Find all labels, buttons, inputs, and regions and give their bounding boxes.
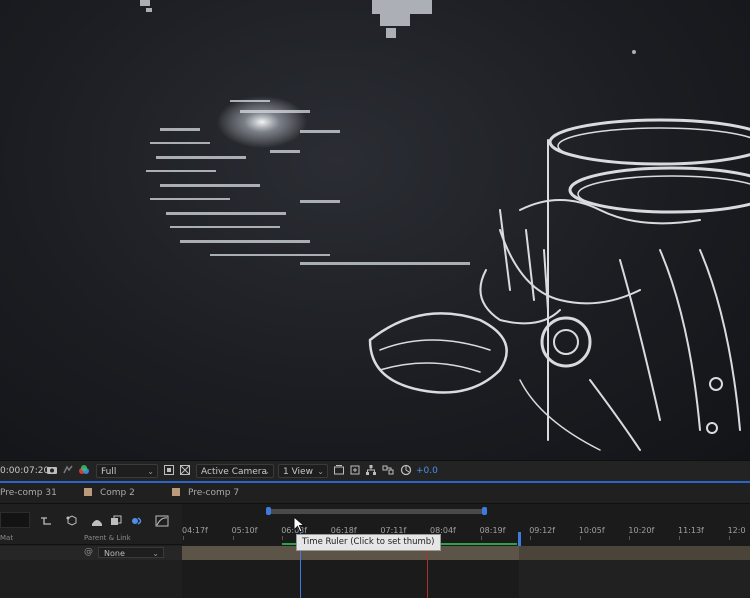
ruler-tick-mark	[282, 536, 284, 540]
parent-value: None	[104, 549, 125, 558]
composition-viewer[interactable]	[0, 0, 750, 460]
color-channel-icon[interactable]	[78, 464, 90, 478]
mouse-pointer-icon	[293, 516, 306, 533]
time-ruler-tooltip: Time Ruler (Click to set thumb)	[296, 534, 441, 551]
motion-blur-icon[interactable]	[130, 512, 144, 531]
ruler-tick-mark	[679, 536, 680, 540]
shy-layers-icon[interactable]	[90, 512, 104, 531]
ruler-tick-label: 10:20f	[628, 526, 655, 535]
ruler-tick-mark	[232, 536, 234, 540]
snapshot-icon[interactable]	[46, 464, 58, 478]
column-header-mat[interactable]: Mat	[0, 534, 13, 542]
chevron-down-icon: ⌄	[152, 549, 159, 558]
time-ruler[interactable]: 04:17f05:10f06:03f06:18f07:11f08:04f08:1…	[182, 514, 750, 540]
ruler-tick-label: 09:12f	[529, 526, 556, 535]
comp-flowchart-icon[interactable]	[382, 464, 394, 478]
current-time-display[interactable]: 0:00:07:20	[0, 464, 49, 478]
toggle-pixel-aspect-icon[interactable]	[333, 464, 345, 478]
ruler-tick-label: 11:13f	[678, 526, 704, 535]
ruler-tick-label: 04:17f	[182, 526, 208, 535]
layer-row[interactable]: @ None ⌄	[0, 546, 182, 560]
chevron-down-icon: ⌄	[263, 467, 270, 476]
ruler-tick-mark	[579, 536, 581, 540]
transparency-grid-icon[interactable]	[179, 464, 191, 478]
timeline-empty-area	[182, 560, 519, 598]
fast-previews-icon[interactable]	[349, 464, 361, 478]
comp-mini-flowchart-icon[interactable]	[40, 512, 52, 531]
layer-duration-bar-outside-work-area	[519, 546, 750, 560]
ruler-tick-label: 08:19f	[479, 526, 506, 535]
composition-tabs: Pre-comp 31 Comp 2 Pre-comp 7	[0, 483, 750, 504]
work-area-end-handle[interactable]	[518, 532, 521, 546]
parent-dropdown[interactable]: None ⌄	[98, 547, 164, 558]
resolution-dropdown[interactable]: Full ⌄	[96, 464, 158, 478]
reset-exposure-icon[interactable]	[400, 464, 412, 478]
ruler-tick-mark	[728, 536, 730, 540]
viewer-toolbar: 0:00:07:20 Full ⌄ Active Camera ⌄ 1 View…	[0, 460, 750, 481]
ruler-tick-mark	[480, 536, 482, 540]
tab-pre-comp-31[interactable]: Pre-comp 31	[0, 487, 57, 499]
column-header-parent[interactable]: Parent & Link	[84, 534, 131, 542]
chevron-down-icon: ⌄	[147, 467, 154, 476]
view-layout-dropdown[interactable]: 1 View ⌄	[278, 464, 328, 478]
ruler-tick-label: 05:10f	[231, 526, 258, 535]
tab-pre-comp-7[interactable]: Pre-comp 7	[172, 487, 239, 499]
label-color-swatch	[84, 488, 92, 496]
region-of-interest-icon[interactable]	[163, 464, 175, 478]
camera-dropdown[interactable]: Active Camera ⌄	[196, 464, 274, 478]
layer-search-input[interactable]	[0, 512, 30, 528]
pick-whip-icon[interactable]: @	[84, 547, 93, 557]
ruler-tick-mark	[530, 536, 532, 540]
column-header-divider	[0, 544, 182, 545]
timeline-flowchart-icon[interactable]	[365, 464, 377, 478]
chevron-down-icon: ⌄	[317, 467, 324, 476]
timeline-graph[interactable]: 04:17f05:10f06:03f06:18f07:11f08:04f08:1…	[182, 504, 750, 598]
tab-label: Pre-comp 31	[0, 488, 57, 498]
tab-label: Pre-comp 7	[188, 488, 240, 498]
resolution-value: Full	[101, 467, 117, 477]
tab-comp-2[interactable]: Comp 2	[84, 487, 135, 499]
exposure-value[interactable]: +0.0	[416, 464, 438, 478]
ruler-tick-mark	[629, 536, 631, 540]
frame-blending-icon[interactable]	[110, 512, 122, 531]
draft-3d-icon[interactable]	[65, 512, 79, 531]
view-layout-value: 1 View	[283, 467, 313, 477]
label-color-swatch	[172, 488, 180, 496]
camera-value: Active Camera	[201, 467, 268, 477]
ruler-tick-label: 10:05f	[578, 526, 605, 535]
show-snapshot-icon[interactable]	[62, 464, 74, 478]
marker-line	[427, 546, 428, 598]
graph-editor-icon[interactable]	[155, 512, 169, 531]
timeline-outside-work-area	[519, 560, 750, 598]
ruler-tick-mark	[183, 536, 184, 540]
tab-label: Comp 2	[100, 488, 135, 498]
timeline-layer-panel: Mat Parent & Link @ None ⌄	[0, 504, 183, 598]
ruler-tick-label: 12:0	[727, 526, 746, 535]
viewer-artwork	[140, 0, 750, 451]
